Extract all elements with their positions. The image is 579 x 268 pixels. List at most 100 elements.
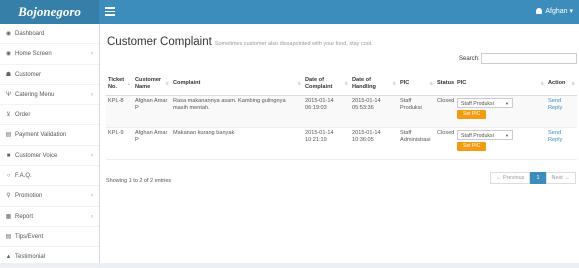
search-box: Search: — [459, 53, 577, 64]
sidebar-item-label: Promotion — [15, 193, 43, 200]
send-link[interactable]: Send — [548, 130, 561, 136]
cutlery-icon: Ψ — [5, 91, 11, 98]
send-link[interactable]: Send — [548, 98, 561, 104]
sidebar-item-label: Customer Voice — [15, 152, 58, 159]
promotion-icon: ⚲ — [6, 193, 11, 200]
dashboard-icon: ◉ — [5, 31, 12, 37]
column-header-status[interactable]: Status — [435, 72, 455, 96]
column-header-pic[interactable]: PIC ⇅ — [398, 72, 435, 96]
column-header-action[interactable]: Action ⇅ — [546, 72, 577, 96]
chevron-left-icon: ‹ — [91, 152, 93, 159]
column-header-date-complaint[interactable]: Date of Complaint ⇅ — [303, 72, 350, 96]
column-header-complaint[interactable]: Complaint ⇅ — [171, 72, 303, 96]
sort-icon: ⇅ — [540, 81, 544, 86]
chevron-left-icon: ‹ — [91, 91, 93, 98]
sidebar-item-label: Report — [15, 213, 34, 220]
cell-status: Closed — [435, 127, 455, 160]
user-name: Afghan — [545, 8, 568, 15]
cell-ticket: KPL-8 — [106, 95, 133, 128]
set-pic-button[interactable]: Set PIC — [457, 110, 487, 119]
column-header-ticket[interactable]: Ticket No. ▲ — [106, 72, 133, 96]
previous-page-button[interactable]: ← Previous — [490, 172, 531, 184]
cell-date-complaint: 2015-01-14 10:21:19 — [303, 127, 350, 160]
sidebar-item-testimonial[interactable]: ▲ Testimonial — [0, 247, 99, 268]
cell-date-complaint: 2015-01-14 06:19:03 — [303, 95, 350, 128]
pic-select[interactable]: Staff Produksi ▼ — [457, 130, 513, 140]
cell-customer: Afghan Amar P — [133, 95, 171, 128]
complaint-table: Ticket No. ▲ Customer Name ⇅ Complaint ⇅ Da… — [106, 72, 577, 160]
sidebar-item-label: Dashboard — [15, 31, 45, 37]
table-row: KPL-8 Afghan Amar P Rasa makanannya asam… — [106, 95, 577, 128]
sidebar-item-home-screen[interactable]: ◉ Home Screen ‹ — [0, 44, 99, 65]
cell-status: Closed — [435, 95, 455, 128]
sidebar: ◉ Dashboard ◉ Home Screen ‹ ☗ Customer Ψ Cate… — [0, 24, 100, 268]
sort-icon: ⇅ — [344, 81, 348, 86]
search-input[interactable] — [481, 53, 577, 64]
reply-link[interactable]: Reply — [548, 105, 562, 111]
sidebar-item-order[interactable]: ⊻ Order — [0, 105, 99, 126]
sidebar-item-payment-validation[interactable]: ▤ Payment Validation — [0, 125, 99, 146]
report-icon: ▦ — [5, 213, 12, 220]
page-subtitle: Sometimes customer also dissapointed wit… — [214, 41, 373, 47]
user-icon — [536, 8, 543, 14]
column-header-pic-select[interactable]: PIC ⇅ — [455, 72, 546, 96]
main-content: Customer Complaint Sometimes customer als… — [100, 24, 579, 263]
table-row: KPL-9 Afghan Amar P Makanan kurang banya… — [106, 127, 577, 160]
cell-complaint: Makanan kurang banyak — [171, 127, 303, 160]
sidebar-item-label: Tips/Event — [15, 233, 44, 240]
sidebar-item-label: F.A.Q. — [15, 173, 32, 180]
table-header-row: Ticket No. ▲ Customer Name ⇅ Complaint ⇅ Da… — [106, 72, 577, 96]
voice-icon: ■ — [6, 152, 11, 159]
sidebar-item-catering-menu[interactable]: Ψ Catering Menu ‹ — [0, 85, 99, 106]
cell-customer: Afghan Amar P — [133, 127, 171, 160]
chevron-left-icon: ‹ — [91, 213, 93, 220]
home-screen-icon: ◉ — [5, 51, 12, 58]
user-menu[interactable]: Afghan ▾ — [536, 0, 573, 24]
pic-select[interactable]: Staff Produksi ▼ — [457, 98, 513, 108]
cell-date-handling: 2015-01-14 10:36:05 — [350, 127, 398, 160]
search-label: Search: — [459, 56, 480, 62]
sidebar-item-dashboard[interactable]: ◉ Dashboard — [0, 24, 99, 45]
sort-icon: ▲ — [127, 81, 131, 86]
sidebar-item-promotion[interactable]: ⚲ Promotion ‹ — [0, 186, 99, 207]
sort-icon: ⇅ — [429, 81, 433, 86]
sidebar-item-label: Testimonial — [15, 254, 46, 261]
reply-link[interactable]: Reply — [548, 137, 562, 143]
cell-pic-select: Staff Produksi ▼ Set PIC — [455, 127, 546, 160]
sidebar-toggle-icon[interactable] — [105, 7, 115, 16]
cell-pic: Staff Produksi — [398, 95, 435, 128]
sidebar-item-report[interactable]: ▦ Report ‹ — [0, 207, 99, 227]
sidebar-item-label: Home Screen — [15, 51, 52, 58]
table-info: Showing 1 to 2 of 2 entries — [106, 178, 172, 184]
cell-complaint: Rasa makanannya asam. Kambing gulingnya … — [171, 95, 303, 128]
column-header-date-handling[interactable]: Date of Handling ⇅ — [350, 72, 398, 96]
sort-icon: ⇅ — [297, 81, 301, 86]
next-page-button[interactable]: Next → — [545, 172, 576, 184]
page-1-button[interactable]: 1 — [530, 172, 546, 184]
sidebar-item-customer-voice[interactable]: ■ Customer Voice ‹ — [0, 146, 99, 167]
sidebar-item-label: Customer — [15, 71, 42, 78]
chevron-left-icon: ‹ — [91, 51, 93, 58]
faq-icon: ○ — [6, 173, 11, 180]
sidebar-item-faq[interactable]: ○ F.A.Q. — [0, 166, 99, 187]
cart-icon: ⊻ — [6, 112, 11, 119]
sidebar-item-tips-event[interactable]: ▤ Tips/Event — [0, 227, 99, 248]
cell-action: Send Reply — [546, 127, 577, 160]
users-icon: ☗ — [5, 71, 12, 78]
sidebar-item-label: Payment Validation — [15, 132, 67, 139]
caret-down-icon: ▾ — [569, 8, 573, 15]
sidebar-item-customer[interactable]: ☗ Customer — [0, 65, 99, 85]
sidebar-item-label: Catering Menu — [15, 91, 55, 98]
cell-action: Send Reply — [546, 95, 577, 128]
payment-icon: ▤ — [5, 132, 12, 139]
pagination: ← Previous 1 Next → — [490, 172, 576, 184]
app-logo[interactable]: Bojonegoro — [0, 0, 99, 24]
column-header-customer[interactable]: Customer Name ⇅ — [133, 72, 171, 96]
cell-date-handling: 2015-01-14 05:53:36 — [350, 95, 398, 128]
cell-pic: Staff Administrasi — [398, 127, 435, 160]
tips-icon: ▤ — [5, 233, 12, 240]
sort-icon: ⇅ — [571, 81, 575, 86]
set-pic-button[interactable]: Set PIC — [457, 142, 487, 151]
cell-ticket: KPL-9 — [106, 127, 133, 160]
caret-down-icon: ▼ — [505, 101, 509, 106]
